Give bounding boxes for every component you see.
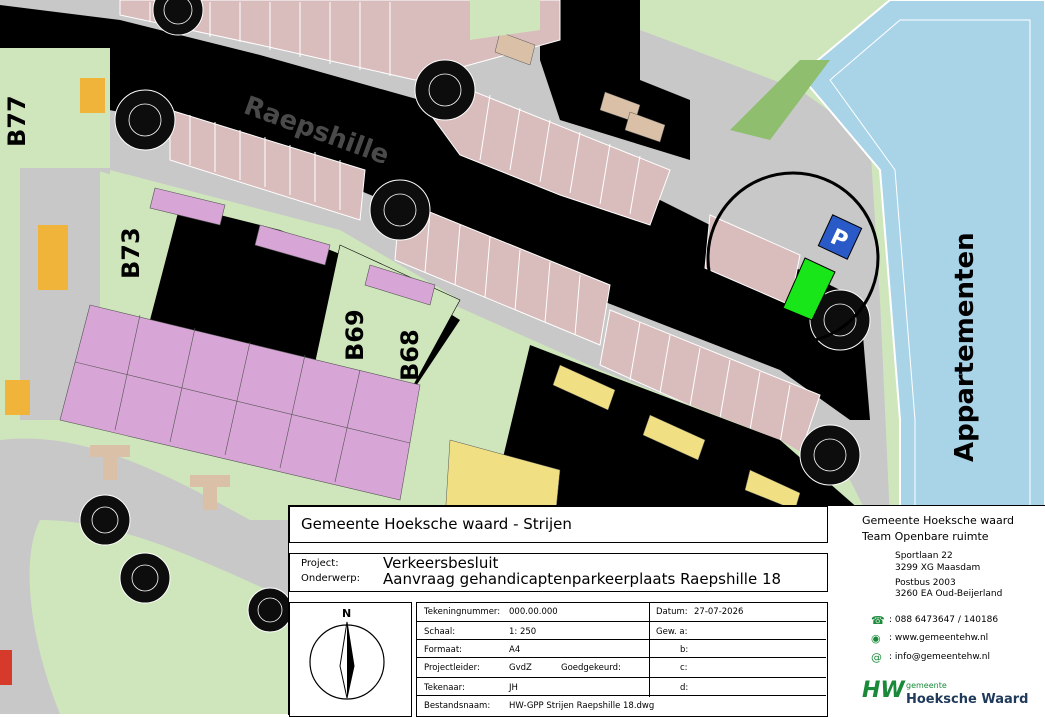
lot-label-b67: B67 xyxy=(519,385,547,437)
org-address1: Sportlaan 22 xyxy=(895,551,953,561)
org-postbus1: Postbus 2003 xyxy=(895,578,956,588)
org-phone: : 088 6473647 / 140186 xyxy=(889,615,999,625)
lot-label-b69: B69 xyxy=(341,309,369,361)
table-divider xyxy=(416,621,826,622)
shed-left-1 xyxy=(38,225,68,290)
email-icon: @ xyxy=(871,651,882,664)
org-postbus2: 3260 EA Oud-Beijerland xyxy=(895,589,1003,599)
project-label: Project: xyxy=(301,558,339,569)
bestandsnaam-value: HW-GPP Strijen Raepshille 18.dwg xyxy=(509,701,655,711)
projectleider-value: GvdZ xyxy=(509,663,532,673)
lot-label-b77: B77 xyxy=(3,95,31,147)
logo-small: gemeente xyxy=(906,681,947,690)
formaat-label: Formaat: xyxy=(424,645,463,655)
org-email: : info@gemeentehw.nl xyxy=(889,652,990,662)
north-arrow xyxy=(309,621,385,700)
org-web: : www.gemeentehw.nl xyxy=(889,633,989,643)
table-divider xyxy=(416,677,826,678)
datum-value: 27-07-2026 xyxy=(694,607,744,617)
logo-mark: HW xyxy=(862,678,905,703)
datum-label: Datum: xyxy=(656,607,688,617)
c-label: c: xyxy=(680,663,688,673)
formaat-value: A4 xyxy=(509,645,521,655)
schaal-value: 1: 250 xyxy=(509,627,537,637)
municipality-title: Gemeente Hoeksche waard - Strijen xyxy=(301,515,572,533)
tekeningnummer-value: 000.00.000 xyxy=(509,607,558,617)
tekeningnummer-label: Tekeningnummer: xyxy=(424,607,501,617)
table-divider xyxy=(416,695,826,696)
tekenaar-value: JH xyxy=(509,683,518,693)
lot-label-b68: B68 xyxy=(396,329,424,381)
gew-a-label: Gew. a: xyxy=(656,627,688,637)
goedgekeurd-label: Goedgekeurd: xyxy=(561,663,621,673)
table-divider xyxy=(416,657,826,658)
building-label: Appartementen xyxy=(950,232,980,462)
org-name: Gemeente Hoeksche waard xyxy=(862,514,1015,527)
shed-b77 xyxy=(80,78,105,113)
north-label: N xyxy=(342,607,352,620)
table-divider xyxy=(649,602,650,697)
drawing-info-table xyxy=(416,602,828,717)
shed-left-2 xyxy=(5,380,30,415)
schaal-label: Schaal: xyxy=(424,627,456,637)
org-logo: HW gemeente Hoeksche Waard xyxy=(862,676,1032,712)
phone-icon: ☎ xyxy=(871,614,885,627)
lot-label-b73: B73 xyxy=(117,227,145,279)
subject-label: Onderwerp: xyxy=(301,573,360,584)
bestandsnaam-label: Bestandsnaam: xyxy=(424,701,491,711)
subject-value: Aanvraag gehandicaptenparkeerplaats Raep… xyxy=(383,570,782,588)
web-icon: ◉ xyxy=(871,632,881,645)
org-team: Team Openbare ruimte xyxy=(862,530,989,543)
projectleider-label: Projectleider: xyxy=(424,663,480,673)
tekenaar-label: Tekenaar: xyxy=(424,683,465,693)
title-block: Gemeente Hoeksche waard - Strijen Projec… xyxy=(288,505,1045,717)
logo-big: Hoeksche Waard xyxy=(906,692,1029,707)
org-address2: 3299 XG Maasdam xyxy=(895,563,981,573)
table-divider xyxy=(416,639,826,640)
d-label: d: xyxy=(680,683,689,693)
red-marker xyxy=(0,650,12,685)
b-label: b: xyxy=(680,645,689,655)
